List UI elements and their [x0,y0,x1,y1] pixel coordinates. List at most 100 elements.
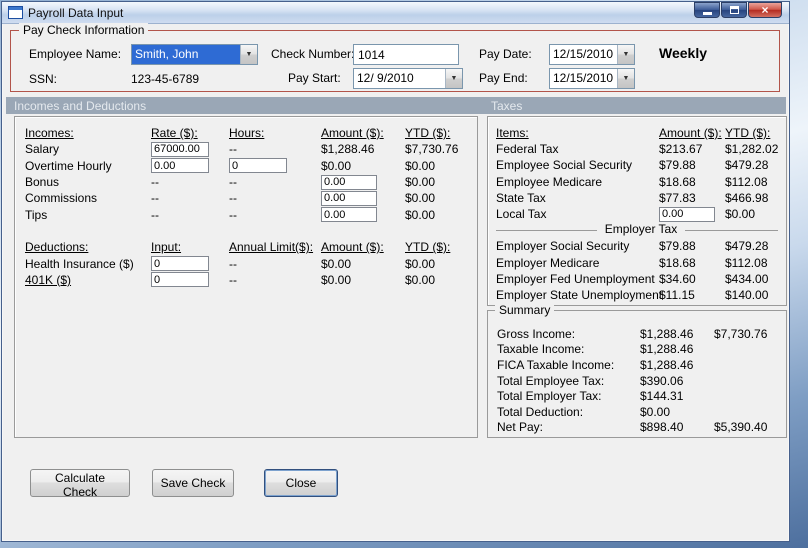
app-icon [8,6,23,19]
summary-amount-fica: $1,288.46 [640,357,694,372]
employee-name-combobox[interactable]: Smith, John ▼ [131,44,258,65]
tax-ytd-local: $0.00 [725,207,756,222]
window-title: Payroll Data Input [28,5,124,20]
summary-amount-total-deduction: $0.00 [640,404,671,419]
column-header-tax-ytd: YTD ($): [725,126,771,141]
summary-amount-total-employer-tax: $144.31 [640,389,684,404]
paycheck-info-groupbox: Pay Check Information Employee Name: Smi… [10,23,780,92]
deduction-label-401k-link[interactable]: 401K ($) [25,273,151,287]
tax-amount-employer-ss: $79.88 [659,239,696,254]
summary-label-gross: Gross Income: [497,326,576,341]
bonus-amount-input[interactable] [321,174,377,190]
dropdown-arrow-icon[interactable]: ▼ [617,45,634,64]
summary-label-fica: FICA Taxable Income: [497,357,615,372]
tax-amount-employer-state-unemp: $11.15 [659,287,695,302]
tax-amount-employee-ss: $79.88 [659,158,696,173]
commissions-rate: -- [151,191,159,206]
overtime-rate-input[interactable] [151,158,209,174]
tax-amount-employee-medicare: $18.68 [659,174,696,189]
income-label-commissions: Commissions [25,191,98,206]
health-insurance-limit: -- [229,256,237,271]
bonus-hours: -- [229,175,237,190]
salary-amount: $1,288.46 [321,142,375,157]
tips-hours: -- [229,207,237,222]
summary-amount-total-employee-tax: $390.06 [640,373,684,388]
tax-amount-state: $77.83 [659,190,696,205]
window-controls: × [694,2,782,18]
check-number-input[interactable] [353,44,459,65]
pay-start-value: 12/ 9/2010 [357,71,414,85]
tax-label-employer-ss: Employer Social Security [496,239,630,254]
salary-hours: -- [229,142,237,157]
local-tax-input[interactable] [659,206,715,222]
minimize-icon [702,12,712,15]
overtime-hours-input[interactable] [229,158,287,174]
tax-ytd-state: $466.98 [725,190,769,205]
tax-amount-federal: $213.67 [659,142,703,157]
tax-ytd-employee-medicare: $112.08 [725,174,768,189]
health-insurance-input[interactable] [151,256,209,272]
commissions-amount-input[interactable] [321,190,377,206]
summary-ytd-gross: $7,730.76 [714,326,768,341]
minimize-button[interactable] [694,2,720,18]
column-header-tax-items: Items: [496,126,529,141]
calculate-check-button[interactable]: Calculate Check [30,469,130,499]
taxes-panel: Items: Amount ($): YTD ($): Federal Tax … [487,116,787,306]
pay-end-label: Pay End: [479,71,528,85]
pay-date-label: Pay Date: [479,47,532,61]
401k-amount: $0.00 [321,272,352,287]
column-header-ytd: YTD ($): [405,126,451,141]
tax-ytd-employer-fed-unemp: $434.00 [725,271,769,286]
column-header-input: Input: [151,240,182,255]
tax-label-state: State Tax [496,190,546,205]
employee-name-label: Employee Name: [29,47,122,61]
employer-tax-divider: Employer Tax [496,222,786,238]
save-check-button[interactable]: Save Check [152,469,234,497]
section-header-incomes-deductions: Incomes and Deductions [14,99,147,113]
income-label-bonus: Bonus [25,175,60,190]
dropdown-arrow-icon[interactable]: ▼ [617,69,634,88]
tax-label-employer-fed-unemp: Employer Fed Unemployment [496,271,655,286]
salary-rate-input[interactable] [151,141,209,157]
overtime-amount: $0.00 [321,158,352,173]
overtime-ytd: $0.00 [405,158,436,173]
pay-frequency-label: Weekly [659,45,707,61]
health-insurance-amount: $0.00 [321,256,352,271]
pay-start-picker[interactable]: 12/ 9/2010 ▼ [353,68,463,89]
summary-amount-gross: $1,288.46 [640,326,694,341]
401k-input[interactable] [151,272,209,288]
column-header-ded-amount: Amount ($): [321,240,384,255]
maximize-icon [729,6,739,14]
maximize-button[interactable] [721,2,747,18]
tax-label-employee-medicare: Employee Medicare [496,174,603,189]
summary-label-total-employee-tax: Total Employee Tax: [497,373,605,388]
ssn-label: SSN: [29,72,58,86]
section-band: Incomes and Deductions Taxes [6,97,786,114]
pay-date-value: 12/15/2010 [553,47,614,61]
summary-label-taxable: Taxable Income: [497,342,585,357]
pay-date-picker[interactable]: 12/15/2010 ▼ [549,44,635,65]
bonus-ytd: $0.00 [405,175,436,190]
tax-ytd-federal: $1,282.02 [725,142,779,157]
column-header-annual-limit: Annual Limit($): [229,240,314,255]
check-number-label: Check Number: [271,47,355,61]
tips-amount-input[interactable] [321,207,377,223]
window-titlebar[interactable]: Payroll Data Input × [2,2,789,24]
close-window-button[interactable]: × [748,2,782,18]
column-header-deductions: Deductions: [25,240,89,255]
summary-amount-taxable: $1,288.46 [640,342,694,357]
close-action-button[interactable]: Close [264,469,338,497]
pay-end-picker[interactable]: 12/15/2010 ▼ [549,68,635,89]
health-insurance-ytd: $0.00 [405,256,436,271]
ssn-value: 123-45-6789 [131,72,200,86]
column-header-amount: Amount ($): [321,126,384,141]
tax-ytd-employee-ss: $479.28 [725,158,769,173]
dropdown-arrow-icon[interactable]: ▼ [240,45,257,64]
incomes-deductions-panel: Incomes: Rate ($): Hours: Amount ($): YT… [14,116,478,438]
income-label-tips: Tips [25,207,48,222]
tax-ytd-employer-medicare: $112.08 [725,255,768,270]
401k-limit: -- [229,272,237,287]
summary-label-total-deduction: Total Deduction: [497,404,584,419]
dropdown-arrow-icon[interactable]: ▼ [445,69,462,88]
summary-amount-net-pay: $898.40 [640,420,684,435]
